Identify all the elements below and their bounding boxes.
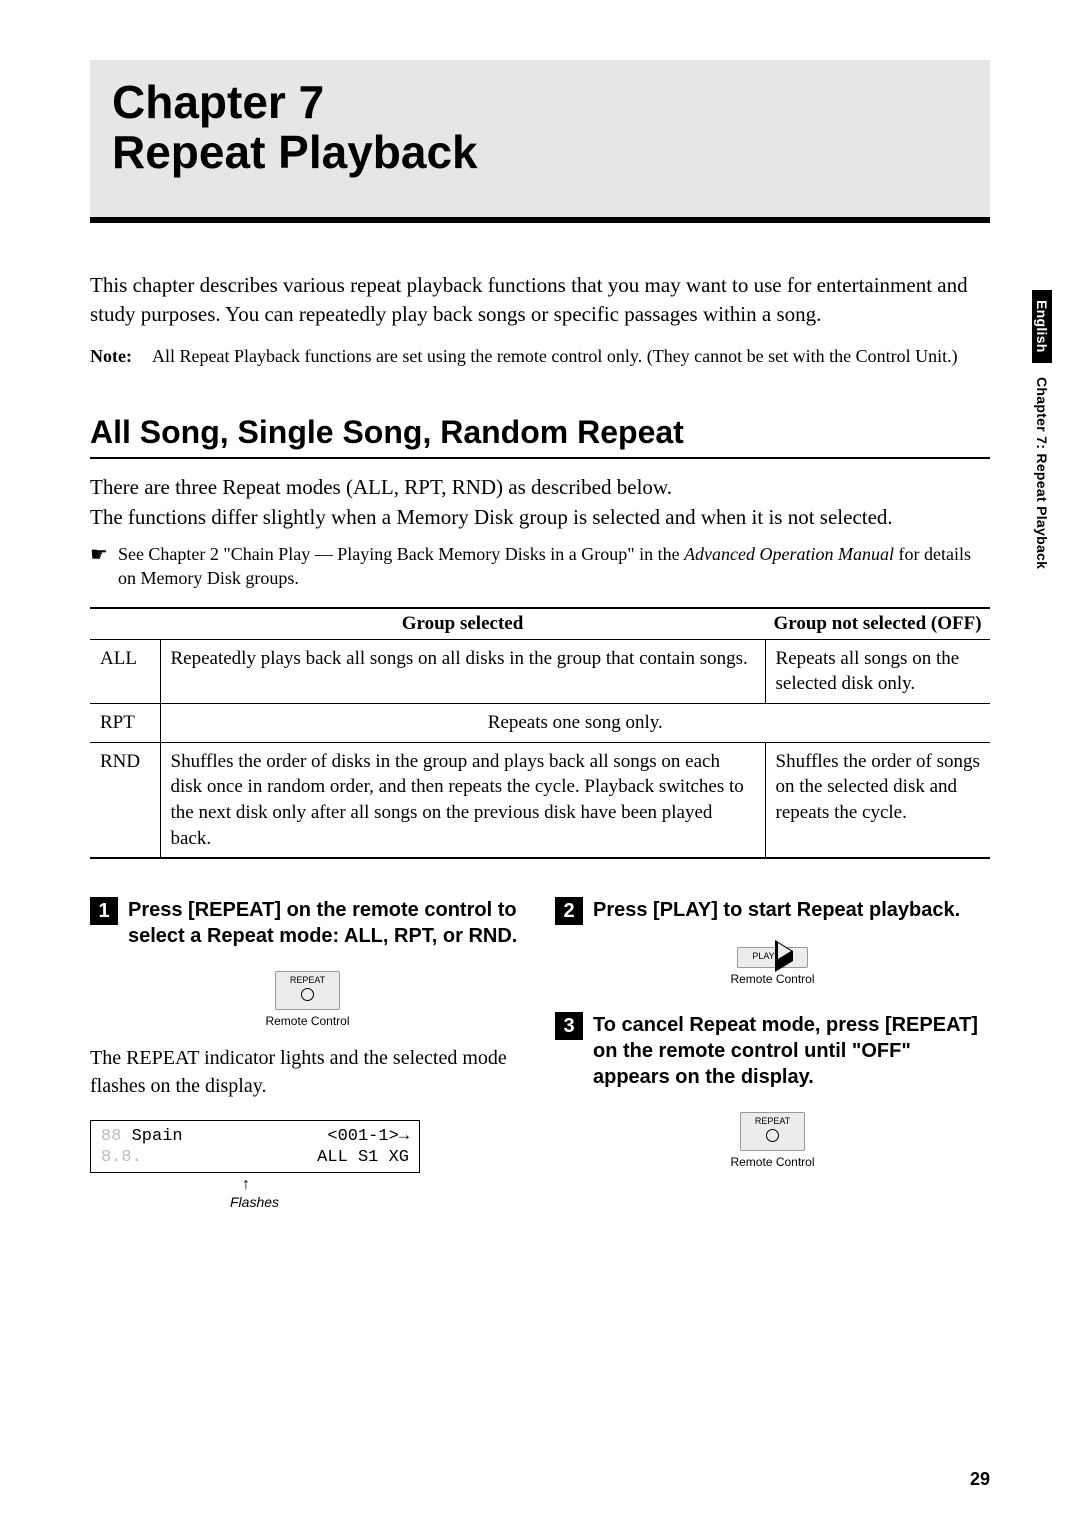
section-line-1: There are three Repeat modes (ALL, RPT, … (90, 473, 990, 502)
ref-pre: See Chapter 2 "Chain Play — Playing Back… (118, 544, 684, 564)
row-label-rpt: RPT (90, 703, 160, 742)
arrow-up-icon: ↑ (242, 1177, 250, 1193)
step-1-body: The REPEAT indicator lights and the sele… (90, 1044, 525, 1100)
note-label: Note: (90, 344, 152, 368)
remote-control-caption: Remote Control (555, 972, 990, 986)
display-dim-1: 88 (101, 1127, 121, 1146)
step-2-title: Press [PLAY] to start Repeat playback. (593, 897, 960, 923)
step-number-1: 1 (90, 897, 118, 925)
section-body: There are three Repeat modes (ALL, RPT, … (90, 473, 990, 532)
step-number-2: 2 (555, 897, 583, 925)
remote-control-caption: Remote Control (555, 1155, 990, 1169)
note-row: Note: All Repeat Playback functions are … (90, 344, 990, 368)
flashes-label: Flashes (230, 1194, 420, 1210)
section-reference: ☛ See Chapter 2 "Chain Play — Playing Ba… (90, 542, 990, 591)
display-right-1: <001-1>→ (327, 1127, 409, 1147)
step-3-title: To cancel Repeat mode, press [REPEAT] on… (593, 1012, 990, 1090)
side-tab-chapter: Chapter 7: Repeat Playback (1034, 371, 1050, 569)
row-label-all: ALL (90, 639, 160, 703)
display-status: ALL S1 XG (317, 1148, 409, 1168)
intro-paragraph: This chapter describes various repeat pl… (90, 271, 990, 328)
note-body: All Repeat Playback functions are set us… (152, 344, 990, 368)
repeat-modes-table: Group selected Group not selected (OFF) … (90, 607, 990, 859)
table-row: ALL Repeatedly plays back all songs on a… (90, 639, 990, 703)
circle-icon (766, 1129, 779, 1142)
display-panel: 88 Spain <001-1>→ 8.8. ALL S1 XG (90, 1120, 420, 1173)
chapter-header: Chapter 7 Repeat Playback (90, 60, 990, 223)
chapter-title: Repeat Playback (112, 128, 968, 178)
play-button-icon: PLAY (737, 947, 807, 968)
section-line-2: The functions differ slightly when a Mem… (90, 503, 990, 532)
cell-rpt-span: Repeats one song only. (160, 703, 990, 742)
table-row: RND Shuffles the order of disks in the g… (90, 742, 990, 858)
chapter-label: Chapter 7 (112, 78, 968, 128)
side-tab-lang: English (1032, 290, 1052, 363)
section-heading: All Song, Single Song, Random Repeat (90, 414, 990, 459)
cell-all-group: Repeatedly plays back all songs on all d… (160, 639, 765, 703)
step-2: 2 Press [PLAY] to start Repeat playback. (555, 897, 990, 925)
table-row: RPT Repeats one song only. (90, 703, 990, 742)
step-1: 1 Press [REPEAT] on the remote control t… (90, 897, 525, 949)
step-1-title: Press [REPEAT] on the remote control to … (128, 897, 525, 949)
circle-icon (301, 988, 314, 1001)
pointer-icon: ☛ (90, 542, 108, 569)
repeat-button-icon: REPEAT (740, 1112, 805, 1151)
repeat-button-label: REPEAT (290, 975, 325, 985)
col-head-group-not-selected: Group not selected (OFF) (765, 608, 990, 640)
cell-rnd-group: Shuffles the order of disks in the group… (160, 742, 765, 858)
play-button-label: PLAY (752, 951, 774, 961)
remote-control-caption: Remote Control (90, 1014, 525, 1028)
step-3: 3 To cancel Repeat mode, press [REPEAT] … (555, 1012, 990, 1090)
play-triangle-icon (775, 940, 793, 972)
ref-ital: Advanced Operation Manual (684, 544, 894, 564)
cell-rnd-nogroup: Shuffles the order of songs on the selec… (765, 742, 990, 858)
page-number: 29 (970, 1469, 990, 1490)
side-tab: English Chapter 7: Repeat Playback (1032, 290, 1052, 569)
row-label-rnd: RND (90, 742, 160, 858)
repeat-button-icon: REPEAT (275, 971, 340, 1010)
cell-all-nogroup: Repeats all songs on the selected disk o… (765, 639, 990, 703)
col-head-group-selected: Group selected (160, 608, 765, 640)
step-number-3: 3 (555, 1012, 583, 1040)
display-song: Spain (132, 1127, 183, 1146)
repeat-button-label: REPEAT (755, 1116, 790, 1126)
display-dim-2: 8.8. (101, 1148, 142, 1168)
